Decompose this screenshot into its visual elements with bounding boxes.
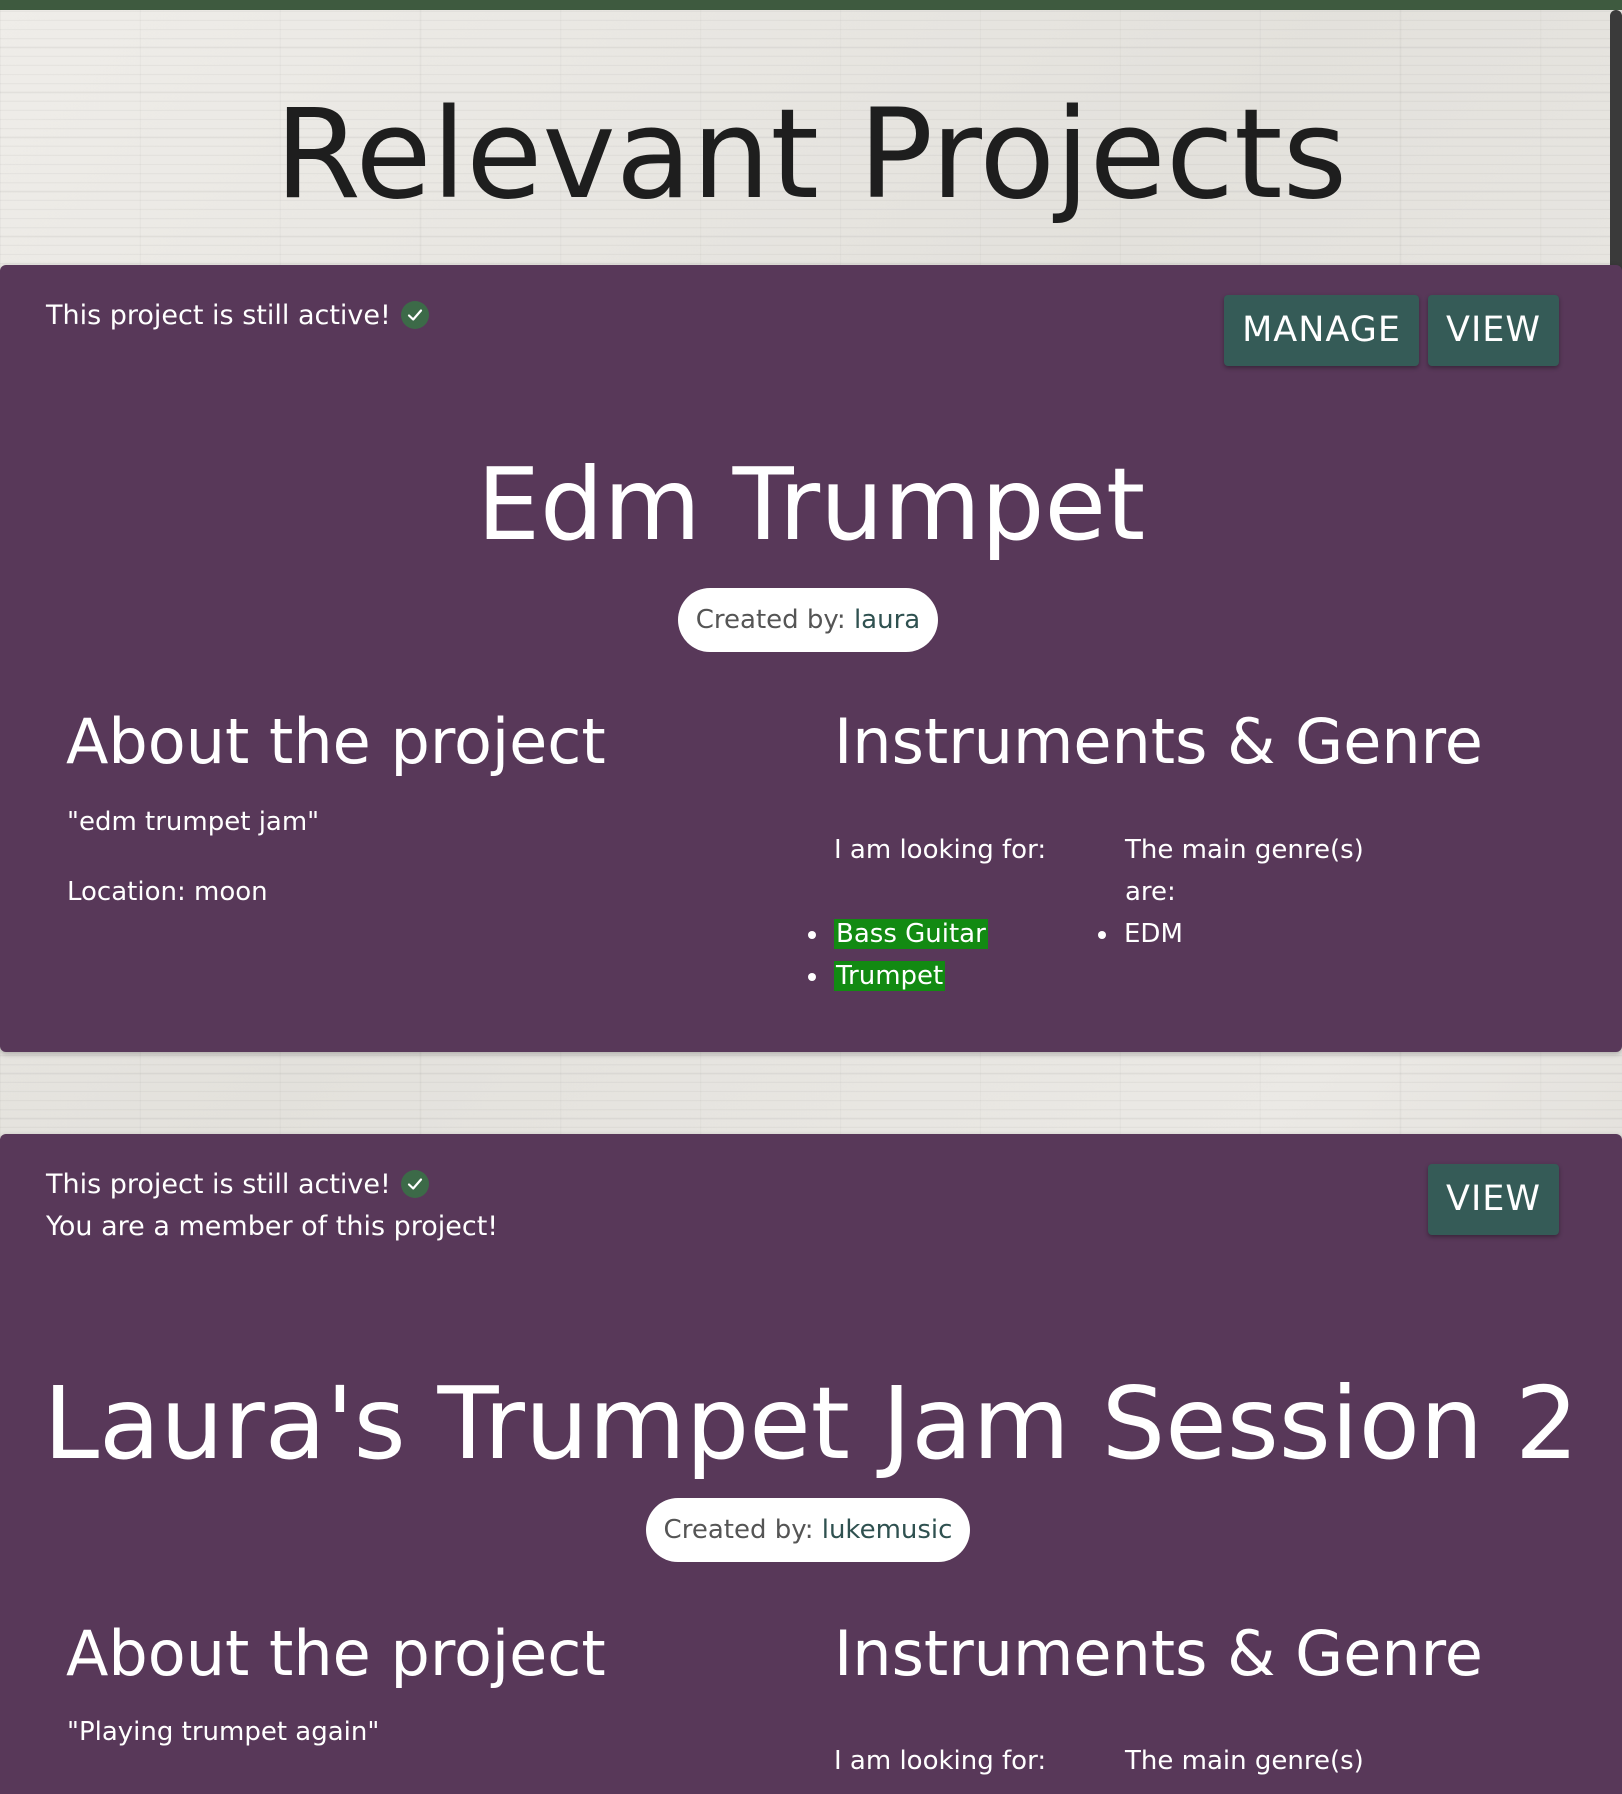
genre-list: EDM [1098, 913, 1183, 955]
genre-label: The main genre(s) [1125, 1746, 1364, 1776]
instrument-list: Bass Guitar Trumpet [808, 913, 988, 997]
status-text: This project is still active! [46, 300, 391, 331]
manage-button[interactable]: MANAGE [1224, 295, 1419, 366]
created-by-label: Created by: [663, 1515, 814, 1545]
project-description: "edm trumpet jam" [67, 807, 320, 837]
project-card: This project is still active! MANAGE VIE… [0, 265, 1622, 1052]
project-title: Laura's Trumpet Jam Session 2 [43, 1365, 1579, 1482]
page-title: Relevant Projects [274, 83, 1348, 227]
genre-label: The main genre(s) are: [1125, 835, 1364, 907]
creator-badge: Created by: laura [678, 588, 938, 652]
project-actions: VIEW [1428, 1164, 1559, 1235]
project-description: "Playing trumpet again" [67, 1717, 380, 1747]
project-title: Edm Trumpet [476, 446, 1146, 563]
member-note: You are a member of this project! [46, 1211, 499, 1242]
project-card: This project is still active! You are a … [0, 1134, 1622, 1794]
instrument-tag: Bass Guitar [834, 919, 988, 949]
creator-badge: Created by: lukemusic [646, 1498, 970, 1562]
instruments-genre-heading: Instruments & Genre [834, 705, 1483, 778]
looking-for-label: I am looking for: [834, 835, 1047, 865]
looking-for-label: I am looking for: [834, 1746, 1047, 1776]
creator-name[interactable]: lukemusic [822, 1515, 953, 1545]
about-heading: About the project [66, 1617, 606, 1690]
about-heading: About the project [66, 705, 606, 778]
status-text: This project is still active! [46, 1169, 391, 1200]
project-location: Location: moon [67, 877, 268, 907]
check-icon [400, 1169, 429, 1198]
project-status: This project is still active! You are a … [46, 1164, 498, 1248]
project-actions: MANAGE VIEW [1224, 295, 1559, 366]
list-item: EDM [1098, 913, 1183, 955]
project-status: This project is still active! [46, 295, 429, 337]
view-button[interactable]: VIEW [1428, 295, 1559, 366]
view-button[interactable]: VIEW [1428, 1164, 1559, 1235]
list-item: Trumpet [808, 955, 988, 997]
top-accent-bar [0, 0, 1622, 10]
instrument-tag: Trumpet [834, 961, 946, 991]
creator-name[interactable]: laura [854, 605, 920, 635]
list-item: Bass Guitar [808, 913, 988, 955]
check-icon [400, 300, 429, 329]
instruments-genre-heading: Instruments & Genre [834, 1617, 1483, 1690]
created-by-label: Created by: [695, 605, 846, 635]
